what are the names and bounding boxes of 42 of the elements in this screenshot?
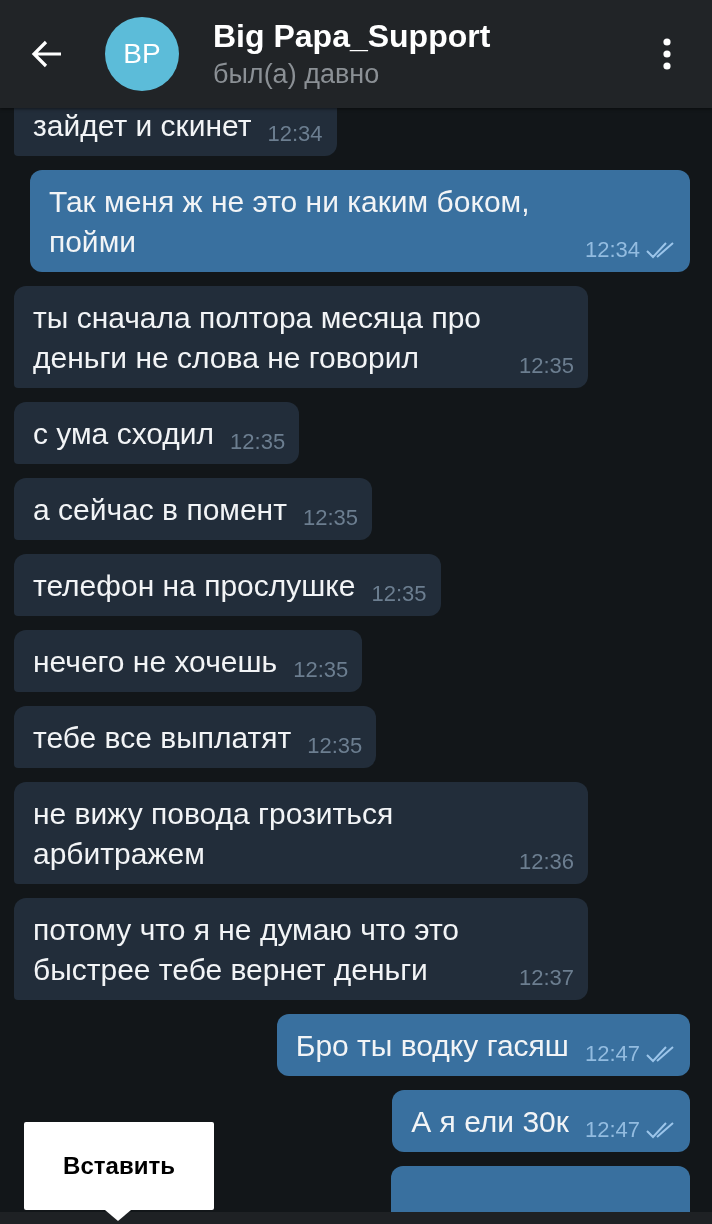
message-time: 12:35 xyxy=(371,582,427,606)
message-bubble[interactable]: потому что я не думаю что это быстрее тебе вернет деньги 12:37 xyxy=(14,898,589,1000)
message-text: телефон на прослушке xyxy=(33,568,356,604)
message-text: Бро ты водку гасяш xyxy=(295,1028,569,1064)
message-text: с ума сходил xyxy=(33,416,215,452)
message-text: зайдет и скинет xyxy=(33,108,252,144)
message-text: потому что я не думаю что это быстрее тебе вернет деньги xyxy=(33,912,460,988)
message-time: 12:35 xyxy=(293,658,349,682)
message-time: 12:47 xyxy=(584,1118,640,1142)
message-time: 12:34 xyxy=(584,238,640,262)
message-bubble[interactable]: тебе все выплатят 12:35 xyxy=(14,706,377,768)
menu-icon[interactable] xyxy=(663,38,671,70)
message-time: 12:37 xyxy=(519,966,575,990)
chat-title: Big Papa_Support xyxy=(213,18,492,55)
message-text: а сейчас в помент xyxy=(33,492,287,528)
paste-popup[interactable]: Вставить xyxy=(24,1122,214,1210)
message-text: А я ели 30к xyxy=(411,1104,569,1140)
message-bubble[interactable]: ты сначала полтора месяца про деньги не слова не говорил 12:35 xyxy=(14,286,589,388)
message-time: 12:35 xyxy=(302,506,358,530)
back-icon[interactable] xyxy=(31,40,63,68)
last-seen-status: был(а) давно xyxy=(213,59,381,90)
message-bubble[interactable]: нечего не хочешь 12:35 xyxy=(14,630,363,692)
message-bubble[interactable]: Так меня ж не это ни каким боком, пойми 12:34 xyxy=(29,170,690,272)
message-bubble[interactable]: не вижу повода грозиться арбитражем 12:36 xyxy=(14,782,589,884)
message-text: тебе все выплатят xyxy=(33,720,292,756)
message-text: не вижу повода грозиться арбитражем xyxy=(33,796,395,872)
message-text: Так меня ж не это ни каким боком, пойми xyxy=(48,184,531,260)
message-bubble[interactable]: телефон на прослушке 12:35 xyxy=(14,554,441,616)
message-bubble[interactable]: зайдет и скинет 12:34 xyxy=(14,108,337,156)
message-time: 12:35 xyxy=(307,734,363,758)
message-time: 12:35 xyxy=(519,354,575,378)
message-bubble[interactable]: Бро ты водку гасяш 12:47 xyxy=(276,1014,690,1076)
message-text: ты сначала полтора месяца про деньги не слова не говорил xyxy=(33,300,482,376)
message-bubble[interactable]: с ума сходил 12:35 xyxy=(14,402,300,464)
message-time: 12:36 xyxy=(519,850,575,874)
message-time: 12:47 xyxy=(584,1042,640,1066)
message-bubble[interactable]: А я ели 30к 12:47 xyxy=(392,1090,690,1152)
message-time: 12:34 xyxy=(267,122,323,146)
message-text: нечего не хочешь xyxy=(33,644,278,680)
popup-pointer xyxy=(105,1210,131,1221)
message-time: 12:35 xyxy=(230,430,286,454)
message-bubble[interactable]: а сейчас в помент 12:35 xyxy=(14,478,372,540)
